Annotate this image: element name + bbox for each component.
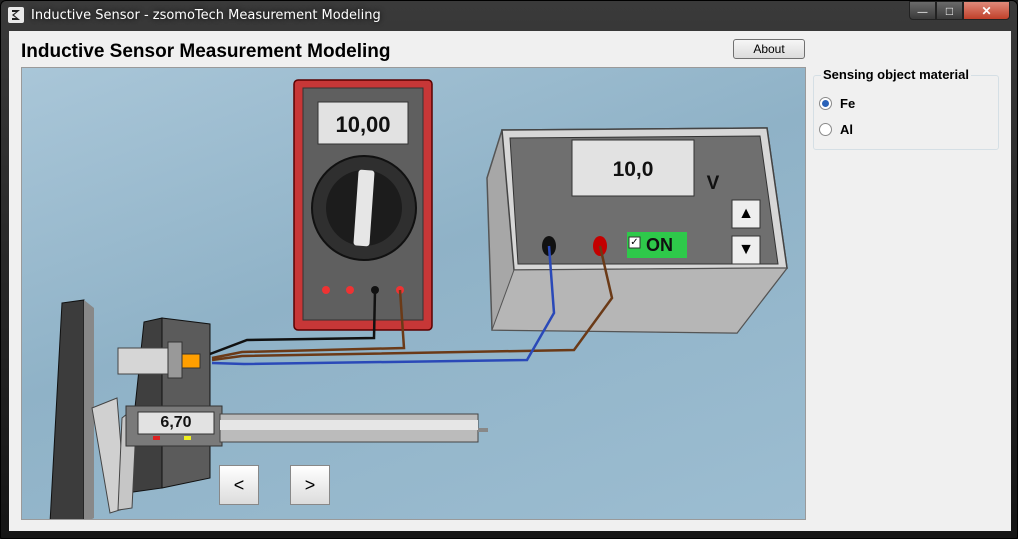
voltage-display: 10,0	[612, 158, 654, 181]
page-title: Inductive Sensor Measurement Modeling	[21, 41, 391, 62]
prev-button[interactable]: <	[219, 465, 259, 505]
radio-al[interactable]	[819, 123, 832, 136]
window-title: Inductive Sensor - zsomoTech Measurement…	[31, 8, 381, 23]
multimeter-display: 10,00	[335, 112, 391, 137]
minimize-button[interactable]: —	[909, 1, 936, 20]
material-option-al[interactable]: Al	[819, 122, 853, 137]
arrow-down-icon: ▼	[738, 241, 754, 258]
next-button[interactable]: >	[290, 465, 330, 505]
close-button[interactable]: ✕	[963, 1, 1010, 20]
about-button[interactable]: About	[733, 39, 805, 59]
caliper-display: 6,70	[160, 414, 192, 431]
material-groupbox	[813, 75, 999, 150]
client-area: Inductive Sensor Measurement Modeling Ab…	[9, 31, 1011, 531]
power-on-label: ON	[646, 235, 673, 255]
title-bar[interactable]: Inductive Sensor - zsomoTech Measurement…	[1, 1, 1017, 31]
voltage-down-button[interactable]: ▼	[732, 236, 760, 264]
power-on-checkbox[interactable]: ✓	[629, 237, 640, 248]
radio-fe[interactable]	[819, 97, 832, 110]
material-group-title: Sensing object material	[821, 67, 971, 82]
material-option-fe[interactable]: Fe	[819, 96, 855, 111]
checkmark-icon: ✓	[630, 237, 639, 248]
arrow-up-icon: ▲	[738, 205, 754, 222]
maximize-icon: □	[945, 4, 954, 18]
maximize-button[interactable]: □	[936, 1, 963, 20]
simulation-canvas: 10,00 10,0 V ✓ ON ▲ ▼ 6,70 < >	[21, 67, 806, 520]
minimize-icon: —	[917, 7, 928, 18]
voltage-unit: V	[706, 173, 720, 194]
app-window: Inductive Sensor - zsomoTech Measurement…	[0, 0, 1018, 539]
close-icon: ✕	[981, 4, 992, 18]
app-icon[interactable]	[8, 7, 24, 23]
scene-drawing	[49, 79, 789, 519]
material-label-fe: Fe	[840, 96, 856, 111]
voltage-up-button[interactable]: ▲	[732, 200, 760, 228]
material-label-al: Al	[840, 122, 853, 137]
